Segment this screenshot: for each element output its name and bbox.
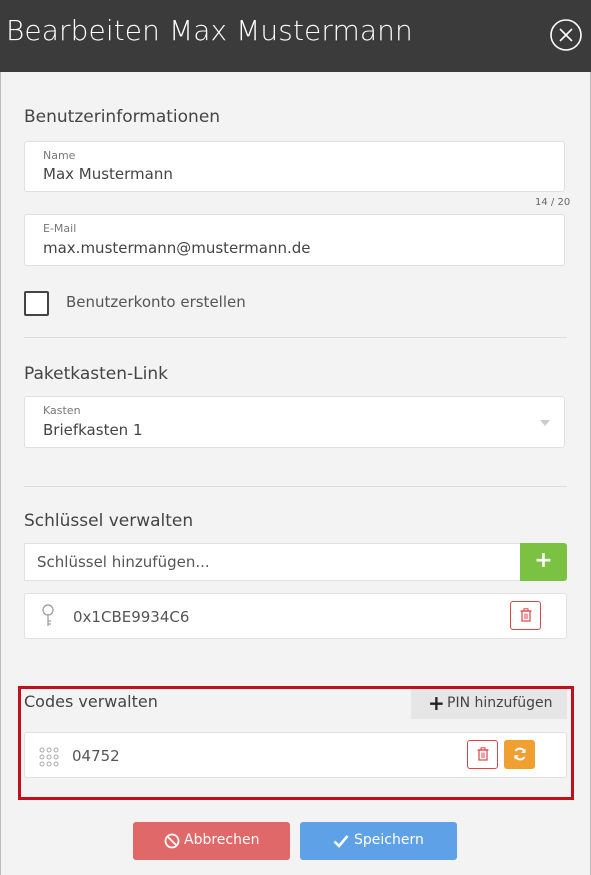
name-field-value[interactable]: Max Mustermann	[43, 165, 173, 183]
box-select-label: Kasten	[43, 404, 81, 417]
trash-icon	[477, 747, 488, 761]
section-title-codes: Codes verwalten	[24, 692, 158, 711]
delete-key-button[interactable]	[510, 601, 541, 630]
section-title-user-info: Benutzerinformationen	[24, 107, 221, 127]
divider	[24, 486, 567, 487]
key-input-wrapper	[24, 543, 520, 581]
key-input[interactable]	[25, 544, 520, 580]
key-icon	[42, 604, 54, 626]
refresh-icon	[514, 747, 525, 761]
box-select[interactable]: Kasten Briefkasten 1	[24, 396, 565, 448]
name-char-counter: 14 / 20	[535, 197, 571, 208]
trash-icon	[520, 608, 531, 622]
code-list-item: 04752	[24, 732, 567, 778]
add-key-button[interactable]: +	[520, 543, 567, 581]
chevron-down-icon[interactable]	[540, 420, 550, 426]
key-value: 0x1CBE9934C6	[73, 608, 190, 626]
keypad-icon	[39, 747, 59, 767]
ban-icon	[164, 833, 180, 849]
section-title-keys: Schlüssel verwalten	[24, 511, 194, 531]
email-field-value[interactable]: max.mustermann@mustermann.de	[43, 239, 311, 257]
close-icon[interactable]	[549, 18, 583, 52]
checkmark-icon	[333, 835, 349, 848]
save-label: Speichern	[354, 832, 424, 848]
plus-icon: +	[428, 691, 445, 715]
cancel-button[interactable]: Abbrechen	[133, 822, 290, 860]
code-value: 04752	[72, 747, 120, 765]
name-field-label: Name	[43, 149, 76, 162]
create-account-checkbox[interactable]	[24, 291, 49, 316]
add-pin-label: PIN hinzufügen	[447, 695, 553, 711]
save-button[interactable]: Speichern	[300, 822, 457, 860]
name-field[interactable]: Name Max Mustermann	[24, 141, 565, 192]
dialog-header: Bearbeiten Max Mustermann	[0, 0, 591, 72]
delete-code-button[interactable]	[467, 740, 498, 769]
cancel-label: Abbrechen	[184, 832, 260, 848]
create-account-label[interactable]: Benutzerkonto erstellen	[66, 293, 246, 311]
section-title-parcel-box: Paketkasten-Link	[24, 364, 168, 384]
dialog-title: Bearbeiten Max Mustermann	[6, 14, 413, 47]
divider	[24, 337, 567, 338]
add-pin-button[interactable]: + PIN hinzufügen	[411, 689, 567, 719]
regenerate-code-button[interactable]	[504, 740, 535, 769]
email-field[interactable]: E-Mail max.mustermann@mustermann.de	[24, 214, 565, 266]
box-select-value[interactable]: Briefkasten 1	[43, 421, 143, 439]
email-field-label: E-Mail	[43, 222, 77, 235]
key-list-item: 0x1CBE9934C6	[24, 593, 567, 639]
